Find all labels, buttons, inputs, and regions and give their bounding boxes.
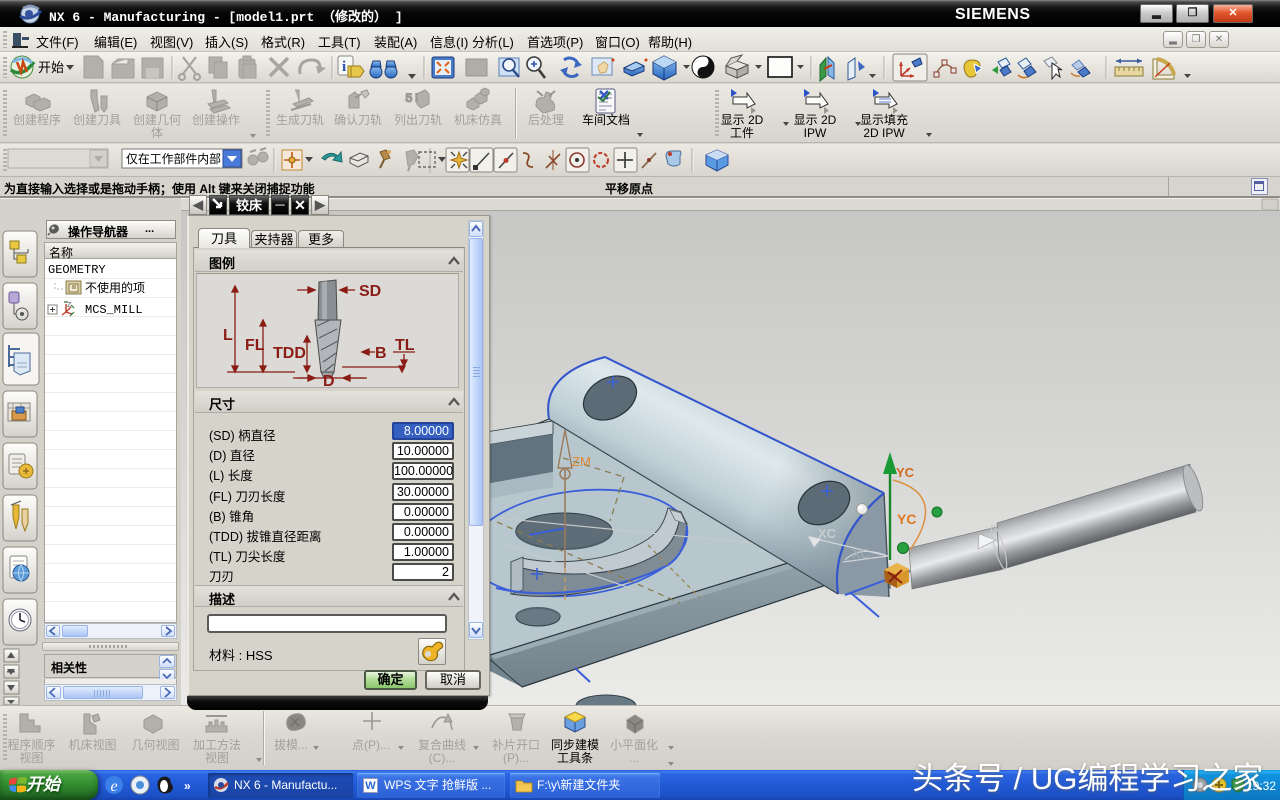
svg-text:i: i xyxy=(342,59,346,75)
svg-text:e: e xyxy=(110,778,117,795)
svg-text:YC: YC xyxy=(896,465,915,480)
svg-text:XC: XC xyxy=(818,526,837,541)
svg-text:YC: YC xyxy=(897,511,916,527)
svg-text:TL: TL xyxy=(395,337,415,354)
svg-text:Z: Z xyxy=(67,302,72,309)
svg-text:开始: 开始 xyxy=(38,60,64,75)
svg-text:仅在工作部件内部: 仅在工作部件内部 xyxy=(126,151,221,166)
svg-text:D: D xyxy=(323,373,335,387)
svg-text:»: » xyxy=(184,779,191,793)
svg-text:GEOMETRY: GEOMETRY xyxy=(48,263,106,277)
svg-text:XC: XC xyxy=(852,546,870,561)
svg-text:SD: SD xyxy=(359,283,381,300)
svg-text:MCS_MILL: MCS_MILL xyxy=(85,303,143,317)
svg-text:L: L xyxy=(223,327,233,344)
svg-text:不使用的项: 不使用的项 xyxy=(85,280,145,295)
svg-text:FL: FL xyxy=(245,337,265,354)
svg-text:TDD: TDD xyxy=(273,345,306,362)
svg-text:B: B xyxy=(375,345,387,362)
svg-text:ZM: ZM xyxy=(572,454,591,469)
